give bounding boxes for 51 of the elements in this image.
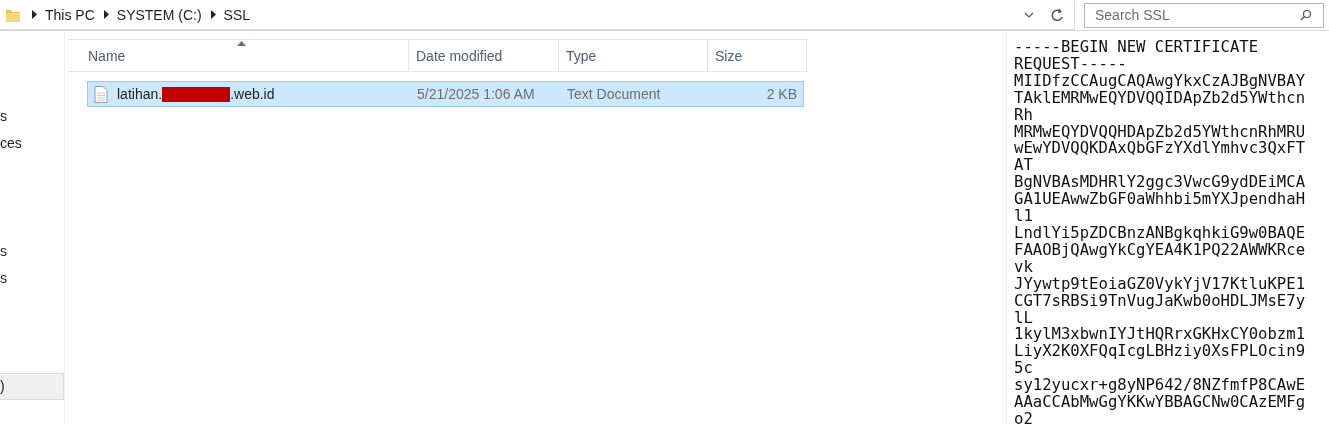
preview-text-line: AT [1014,157,1034,175]
breadcrumb[interactable]: SYSTEM (C:) [116,6,202,23]
search-field[interactable]: Search SSL [1084,2,1324,28]
preview-text-line: CGT7sRBSi9TnVugJaKwb0oHDLJMsE7y [1014,292,1307,310]
chevron-right-icon [209,10,216,19]
table-cell-text: 2 KB [765,86,798,102]
preview-text-line: LiyX2K0XFQqIcgLBHziy0XsFPLOcin9 [1014,343,1307,361]
chevron-right-icon [31,10,37,19]
preview-text-line: 1kylM3xbwnIYJtHQRrxGKHxCY0obzm1 [1014,326,1307,344]
table-cell-text: 5/21/2025 1:06 AM [416,86,536,102]
preview-text-line: FAAOBjQAwgYkCgYEA4K1PQ22AWWKRce [1014,241,1307,259]
preview-text-line: l1 [1014,208,1034,225]
preview-text-line: MIIDfzCCAugCAQAwgYkxCzAJBgNVBAY [1014,72,1307,90]
file-name: latihan. [117,86,163,102]
breadcrumb[interactable]: SSL [223,6,251,23]
preview-text-line: lL [1014,309,1033,327]
preview-text-line: o2 [1014,410,1033,424]
preview-text-line: sy12yucxr+g8yNP642/8NZfmfP8CAwE [1014,377,1307,395]
preview-text-line: TAklEMRMwEQYDVQQIDApZb2d5YWthcn [1014,89,1307,107]
column-header[interactable]: Type [559,40,708,71]
nav-item[interactable]: s [0,265,64,292]
document-icon [94,85,108,103]
breadcrumb[interactable]: This PC [45,6,95,23]
column-header[interactable]: Name [68,40,409,71]
preview-text-line: BgNVBAsMDHRlY2ggc3VwcG9ydDEiMCA [1014,174,1307,192]
file-name: .web.id [230,86,275,102]
chevron-right-icon [102,10,109,19]
preview-text-line: Rh [1014,106,1033,124]
table-cell-text: Text Document [566,86,662,102]
address-bar[interactable]: This PC SYSTEM (C:) SSL [0,0,1075,30]
nav-item[interactable]: s [0,103,64,130]
column-header[interactable]: Size [708,40,807,71]
sort-up-icon [237,41,246,46]
preview-text-line: LndlYi5pZDCBnzANBgkqhkiG9w0BAQE [1014,224,1307,242]
preview-text-line: REQUEST----- [1014,55,1128,73]
file-row[interactable]: latihan. .web.id 5/21/2025 1:06 AM Text Document 2 KB [87,81,804,107]
preview-text-line: vk [1014,258,1033,276]
column-header[interactable]: Date modified [409,40,559,71]
chevron-down-icon [1024,11,1034,18]
preview-text-line: MRMwEQYDVQQHDApZb2d5YWthcnRhMRU [1014,123,1307,141]
preview-text-line: 5c [1014,360,1034,378]
refresh-icon [1050,6,1064,23]
nav-item[interactable]: ) [0,373,64,400]
preview-text-line: wEwYDVQQKDAxQbGFzYXdlYmhvc3QxFT [1014,140,1307,158]
preview-text-line: -----BEGIN NEW CERTIFICATE [1014,39,1260,56]
preview-text-line: GA1UEAwwZbGF0aWhhbi5mYXJpendhaH [1014,191,1307,209]
nav-item[interactable]: ces [0,130,64,157]
preview-text-line: JYywtp9tEoiaGZ0VykYjV17KtluKPE1 [1014,275,1307,293]
preview-text-line: AAaCCAbMwGgYKKwYBBAGCNw0CAzEMFg [1014,394,1307,411]
search-icon [1300,8,1312,21]
nav-item[interactable]: s [0,238,64,265]
